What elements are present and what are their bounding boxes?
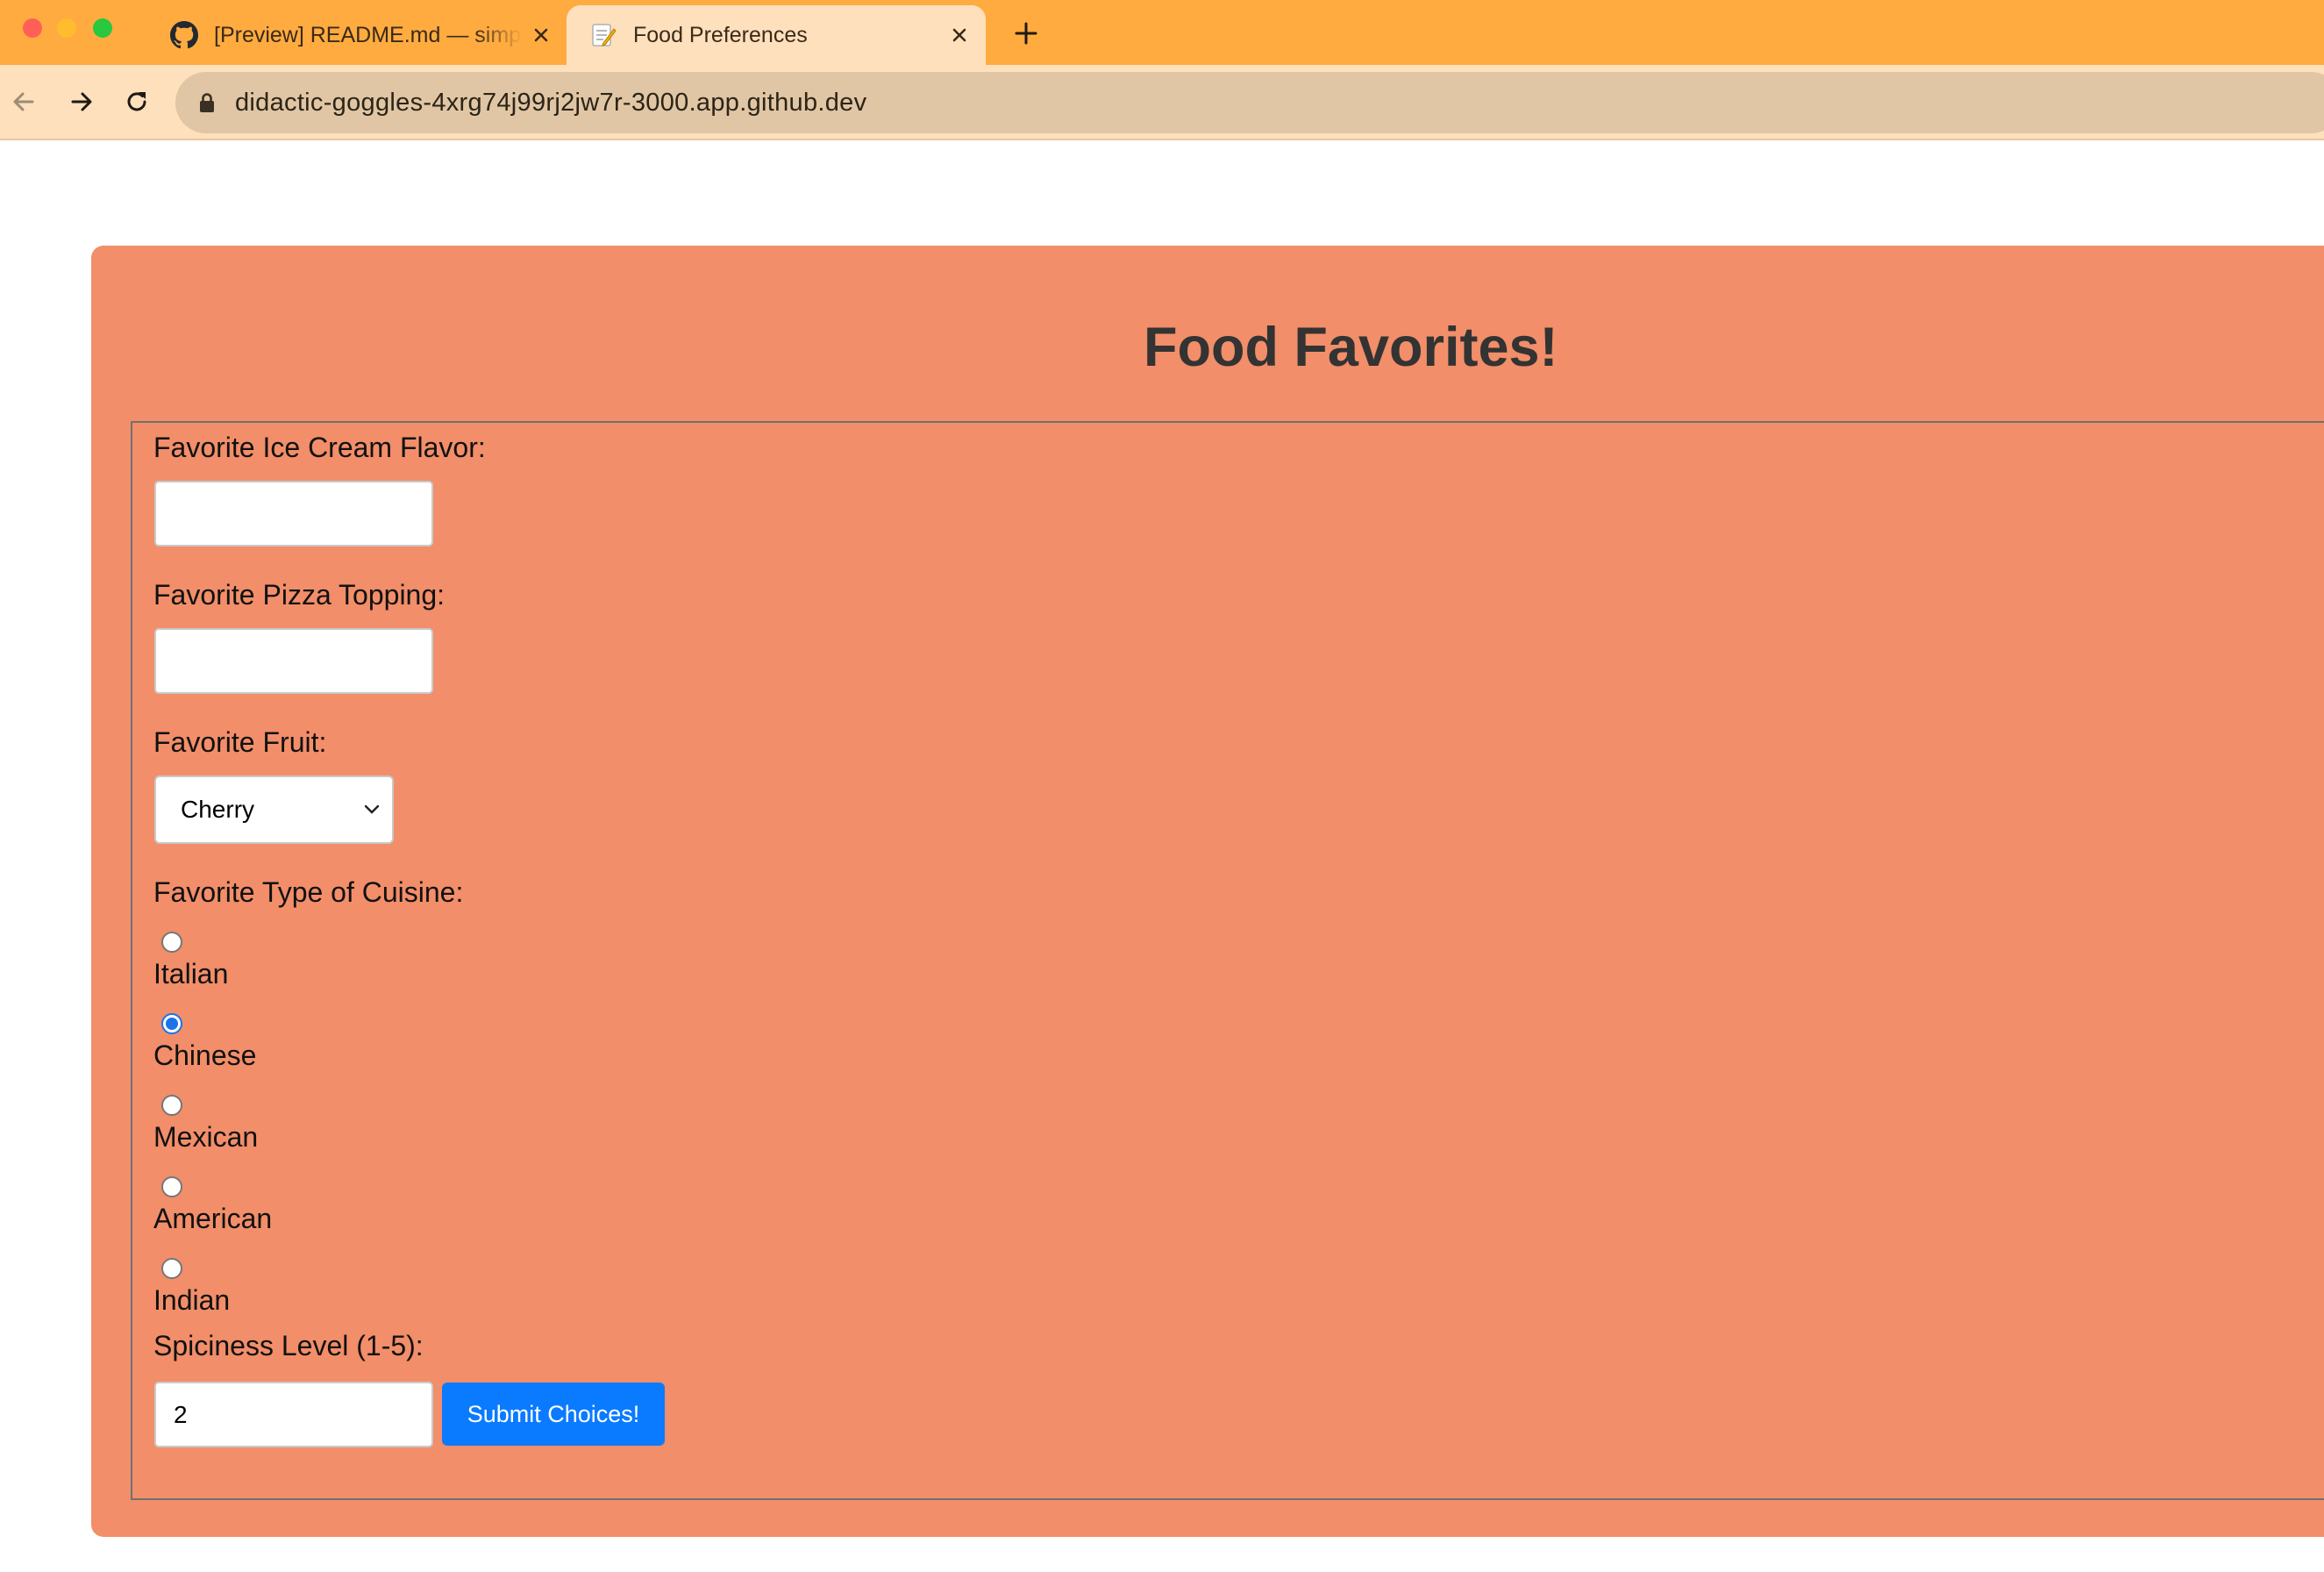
- url-text: didactic-goggles-4xrg74j99rj2jw7r-3000.a…: [235, 88, 867, 117]
- lock-icon[interactable]: [196, 92, 217, 113]
- tab-title: Food Preferences: [633, 22, 808, 47]
- cuisine-radio-indian[interactable]: [161, 1258, 182, 1279]
- plus-icon: [1015, 22, 1037, 45]
- close-tab-icon[interactable]: [529, 23, 553, 47]
- ice-cream-input[interactable]: [154, 481, 433, 547]
- close-tab-icon[interactable]: [947, 23, 972, 47]
- fruit-select[interactable]: Cherry: [154, 775, 394, 844]
- cuisine-option-mexican[interactable]: Mexican: [153, 1121, 258, 1154]
- zoom-window-button[interactable]: [93, 18, 112, 38]
- submit-button[interactable]: Submit Choices!: [442, 1383, 665, 1446]
- tab-title: [Preview] README.md — simple-forms: [214, 22, 522, 47]
- tab-food-preferences[interactable]: Food Preferences: [567, 5, 986, 65]
- arrow-right-icon: [71, 92, 92, 111]
- cuisine-radio-american[interactable]: [161, 1176, 182, 1197]
- chevron-down-icon: [364, 804, 380, 814]
- ice-cream-label: Favorite Ice Cream Flavor:: [153, 432, 486, 463]
- pizza-label: Favorite Pizza Topping:: [153, 579, 446, 611]
- cuisine-radio-mexican[interactable]: [161, 1095, 182, 1116]
- cuisine-radio-italian[interactable]: [161, 932, 182, 953]
- spiciness-input[interactable]: [154, 1382, 433, 1447]
- reload-icon: [127, 92, 146, 111]
- forward-button[interactable]: [61, 82, 102, 122]
- arrow-left-icon: [13, 92, 34, 111]
- github-icon: [168, 19, 200, 51]
- minimize-window-button[interactable]: [57, 18, 76, 38]
- page-title: Food Favorites!: [1144, 317, 1558, 378]
- spiciness-label: Spiciness Level (1-5):: [153, 1330, 424, 1361]
- fruit-select-value: Cherry: [181, 796, 255, 823]
- reload-button[interactable]: [117, 82, 157, 122]
- tab-strip: [Preview] README.md — simple-forms Food …: [0, 0, 2324, 65]
- fruit-label: Favorite Fruit:: [153, 726, 327, 758]
- close-window-button[interactable]: [23, 18, 42, 38]
- cuisine-option-italian[interactable]: Italian: [153, 958, 228, 990]
- cuisine-option-american[interactable]: American: [153, 1203, 272, 1235]
- address-bar[interactable]: didactic-goggles-4xrg74j99rj2jw7r-3000.a…: [175, 72, 2324, 133]
- preferences-form: Favorite Ice Cream Flavor: Favorite Pizz…: [131, 421, 2324, 1500]
- form-card: Food Favorites! Favorite Ice Cream Flavo…: [91, 246, 2324, 1537]
- cuisine-option-indian[interactable]: Indian: [153, 1284, 230, 1317]
- memo-icon: [588, 19, 619, 51]
- pizza-input[interactable]: [154, 628, 433, 694]
- cuisine-label: Favorite Type of Cuisine:: [153, 876, 464, 908]
- back-button[interactable]: [4, 82, 44, 122]
- browser-toolbar: didactic-goggles-4xrg74j99rj2jw7r-3000.a…: [0, 65, 2324, 140]
- cuisine-radio-chinese[interactable]: [161, 1013, 182, 1034]
- cuisine-option-chinese[interactable]: Chinese: [153, 1040, 256, 1072]
- tab-readme-preview[interactable]: [Preview] README.md — simple-forms: [158, 5, 566, 65]
- new-tab-button[interactable]: [1009, 16, 1044, 51]
